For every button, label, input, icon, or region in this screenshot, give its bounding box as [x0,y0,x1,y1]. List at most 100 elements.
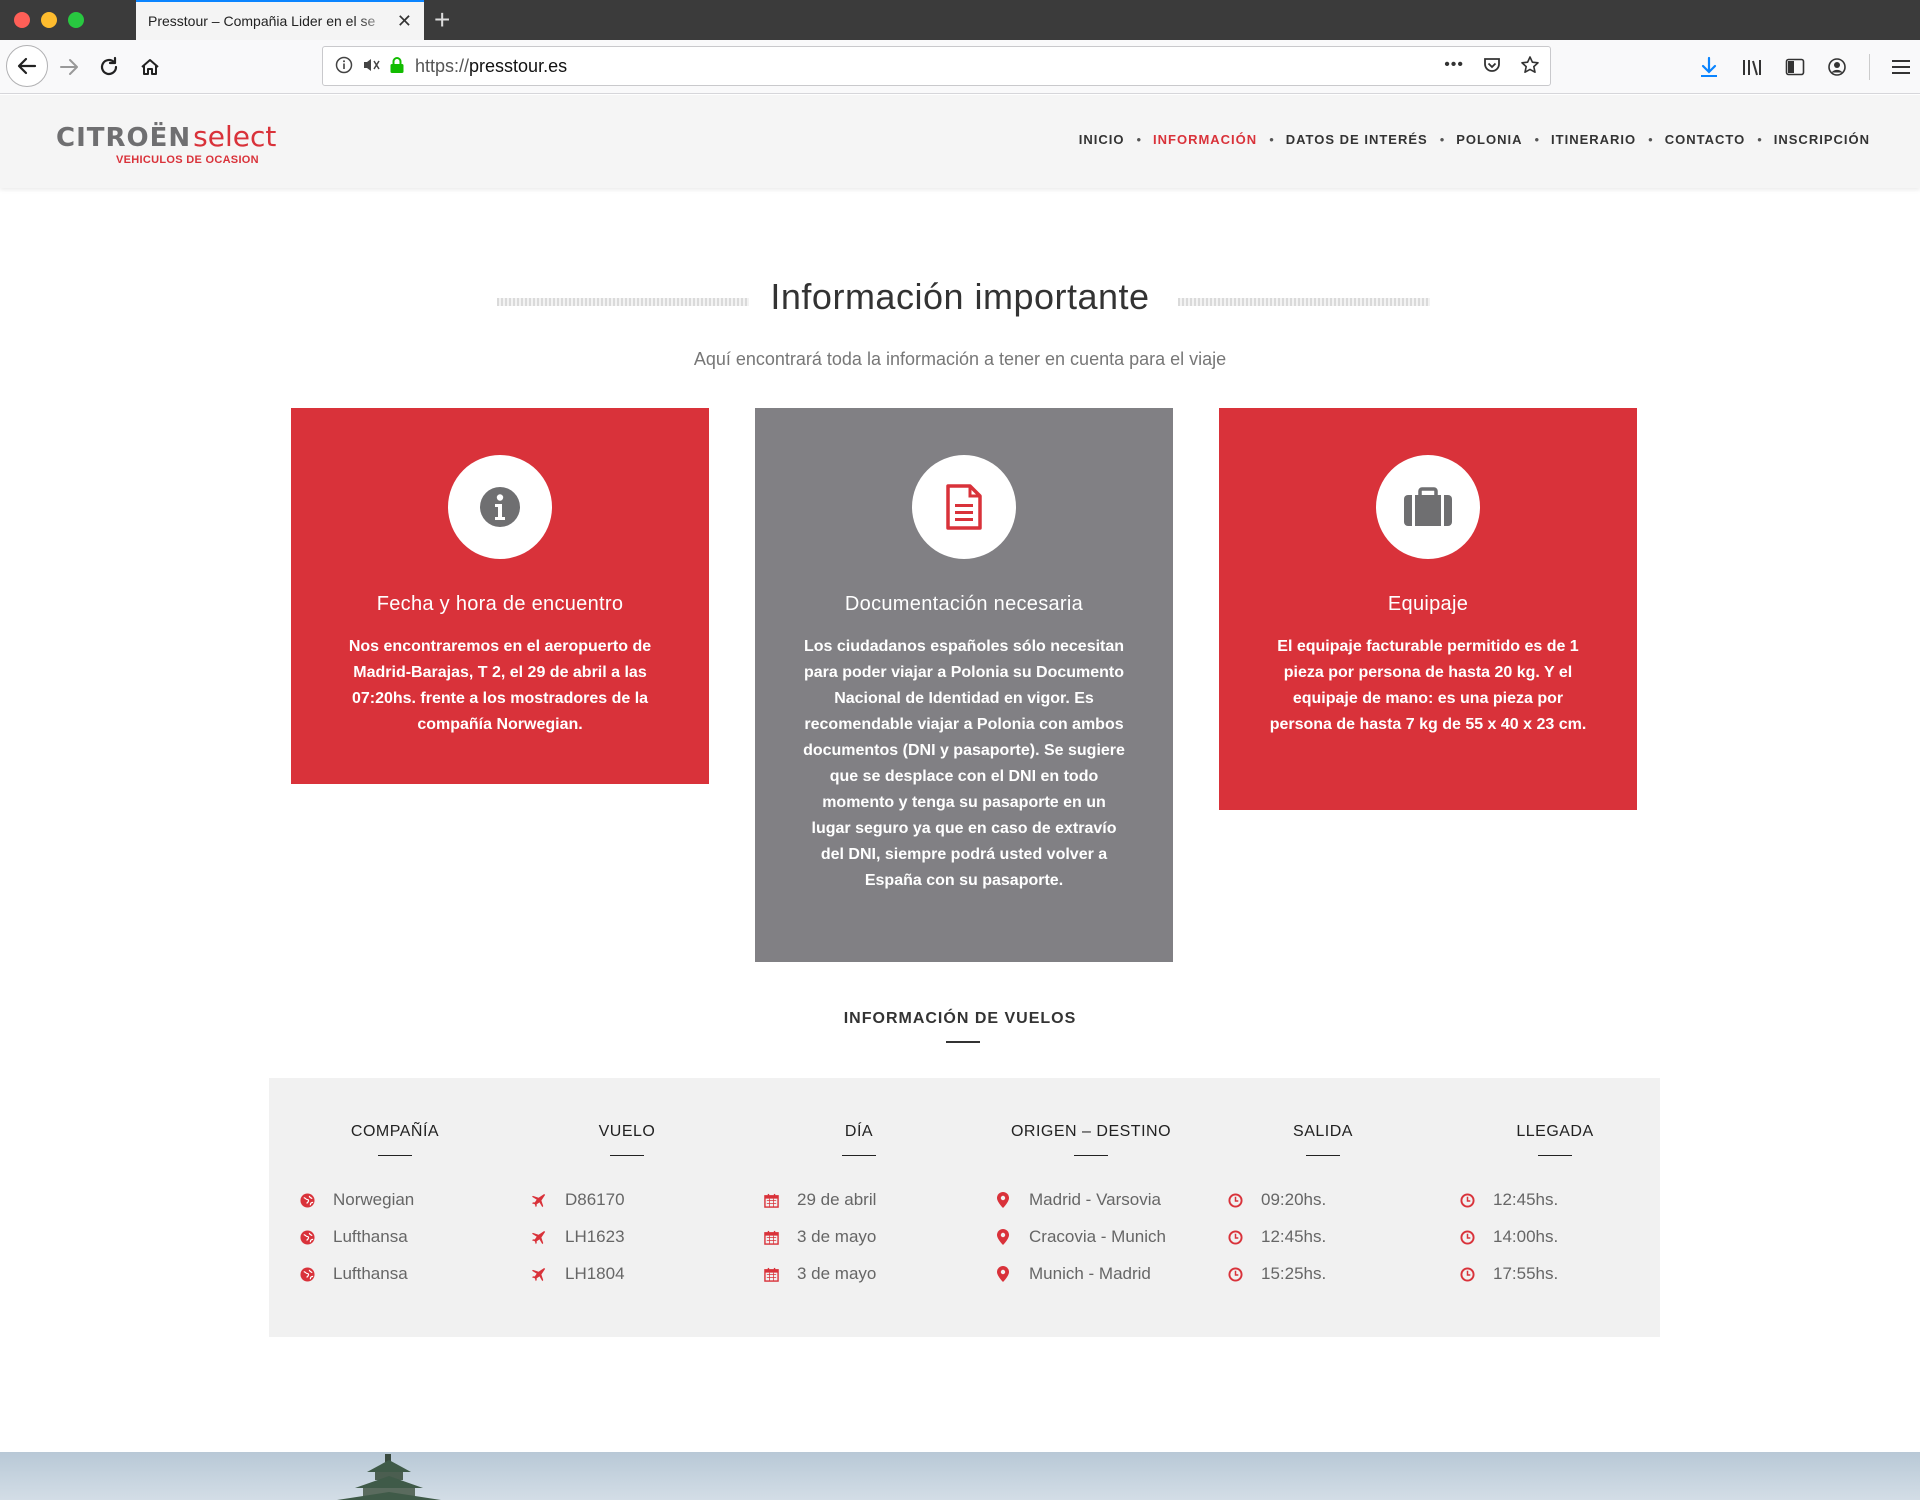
flights-cell-value: Cracovia - Munich [1029,1227,1166,1246]
menu-item-polonia[interactable]: POLONIA [1456,132,1522,147]
flights-cell: 09:20hs. [1227,1190,1326,1210]
flights-cell: 14:00hs. [1459,1227,1558,1247]
info-card-luggage: Equipaje El equipaje facturable permitid… [1219,408,1637,810]
library-icon[interactable] [1741,57,1763,77]
menu-item-datos-de-interes[interactable]: DATOS DE INTERÉS [1286,132,1428,147]
menu-separator: • [1534,132,1540,147]
flights-cell-value: 15:25hs. [1261,1264,1327,1283]
new-tab-button[interactable]: + [434,4,450,36]
flights-cell-value: Lufthansa [333,1227,408,1246]
card-title: Fecha y hora de encuentro [376,593,624,615]
flights-cell-value: 09:20hs. [1261,1190,1327,1209]
flights-cell: LH1623 [531,1227,625,1247]
column-header-underline [378,1155,412,1156]
main-menu: INICIO • INFORMACIÓN • DATOS DE INTERÉS … [1079,132,1870,147]
clock-icon [1227,1229,1243,1245]
flights-cell-value: 29 de abril [797,1190,877,1209]
menu-item-inscripcion[interactable]: INSCRIPCIÓN [1774,132,1870,147]
flights-cell: 29 de abril [763,1190,876,1210]
account-icon[interactable] [1827,57,1847,77]
flights-cell: 12:45hs. [1227,1227,1326,1247]
globe-icon [299,1266,315,1282]
sidebar-icon[interactable] [1785,58,1805,76]
arrow-left-icon [17,57,37,75]
reload-button[interactable] [90,48,128,86]
column-header-underline [1074,1155,1108,1156]
forward-button[interactable] [50,48,88,86]
column-header-underline [1306,1155,1340,1156]
window-minimize-button[interactable] [41,12,57,28]
clock-icon [1459,1229,1475,1245]
window-zoom-button[interactable] [68,12,84,28]
menu-separator: • [1269,132,1274,147]
toolbar-separator [1869,54,1870,80]
flights-cell: Lufthansa [299,1227,408,1247]
flights-cell: Munich - Madrid [995,1264,1151,1284]
card-icon-circle [1376,455,1480,559]
site-info-icon[interactable] [335,56,353,74]
flights-cell: Cracovia - Munich [995,1227,1166,1247]
flights-cell: 12:45hs. [1459,1190,1558,1210]
url-bar[interactable]: https://presstour.es ••• [322,46,1551,86]
globe-icon [299,1229,315,1245]
flights-cell-value: LH1804 [565,1264,625,1283]
flights-column-header: SALIDA [1293,1123,1353,1140]
menu-item-informacion[interactable]: INFORMACIÓN [1153,132,1257,147]
card-icon-circle [912,455,1016,559]
flights-cell-value: LH1623 [565,1227,625,1246]
menu-item-contacto[interactable]: CONTACTO [1665,132,1745,147]
close-tab-icon[interactable]: ✕ [397,11,412,32]
flights-cell: 3 de mayo [763,1227,876,1247]
flights-cell-value: Madrid - Varsovia [1029,1190,1161,1209]
reload-icon [100,56,118,76]
menu-separator: • [1757,132,1762,147]
browser-toolbar: https://presstour.es ••• [0,40,1920,94]
footer-hero-image [0,1452,1920,1500]
column-header-underline [842,1155,876,1156]
pocket-icon[interactable] [1482,55,1502,75]
back-button[interactable] [6,45,48,87]
flights-cell: Madrid - Varsovia [995,1190,1161,1210]
card-text: Nos encontraremos en el aeropuerto de Ma… [348,638,652,733]
clock-icon [1227,1266,1243,1282]
hamburger-menu-icon[interactable] [1892,59,1910,75]
autoplay-blocked-icon[interactable] [361,56,381,74]
flights-heading-underline [946,1041,980,1043]
flights-column-header: ORIGEN – DESTINO [1010,1123,1172,1140]
card-text: Los ciudadanos españoles sólo necesitan … [803,638,1125,889]
flights-cell: 17:55hs. [1459,1264,1558,1284]
info-card-documentation: Documentación necesaria Los ciudadanos e… [755,408,1173,962]
card-text: El equipaje facturable permitido es de 1… [1269,638,1587,733]
window-close-button[interactable] [14,12,30,28]
card-title: Equipaje [1387,593,1469,615]
flights-cell-value: Norwegian [333,1190,415,1209]
url-text[interactable]: https://presstour.es [415,56,567,77]
map-pin-icon [995,1266,1011,1282]
menu-separator: • [1648,132,1653,147]
section-subtitle: Aquí encontrará toda la información a te… [693,349,1227,369]
menu-separator: • [1439,132,1445,147]
bookmark-star-icon[interactable] [1520,55,1540,75]
menu-item-itinerario[interactable]: ITINERARIO [1551,132,1636,147]
flights-cell-value: 3 de mayo [797,1264,877,1283]
home-icon [141,59,159,75]
flights-column-header: VUELO [598,1123,656,1140]
logo-brand: CITROËN [56,123,192,153]
flights-table: COMPAÑÍA Norwegian Lufthansa Lufthansa VUELO… [269,1078,1660,1337]
flights-cell: D86170 [531,1190,625,1210]
logo-subtitle: VEHICULOS DE OCASION [116,154,259,166]
lock-icon[interactable] [389,56,405,74]
section-title: Información importante [770,276,1150,317]
calendar-icon [763,1266,779,1282]
downloads-icon[interactable] [1699,56,1719,78]
column-header-underline [1538,1155,1572,1156]
home-button[interactable] [131,48,169,86]
site-logo[interactable]: CITROËNselect VEHICULOS DE OCASION [56,120,276,166]
plane-icon [531,1229,547,1245]
browser-tab-active[interactable]: Presstour – Compañia Lider en el se ✕ [136,0,424,40]
menu-item-inicio[interactable]: INICIO [1079,132,1125,147]
flights-heading: INFORMACIÓN DE VUELOS [843,1010,1077,1027]
flights-cell-value: 12:45hs. [1261,1227,1327,1246]
column-header-underline [610,1155,644,1156]
page-actions-menu-icon[interactable]: ••• [1444,56,1464,74]
